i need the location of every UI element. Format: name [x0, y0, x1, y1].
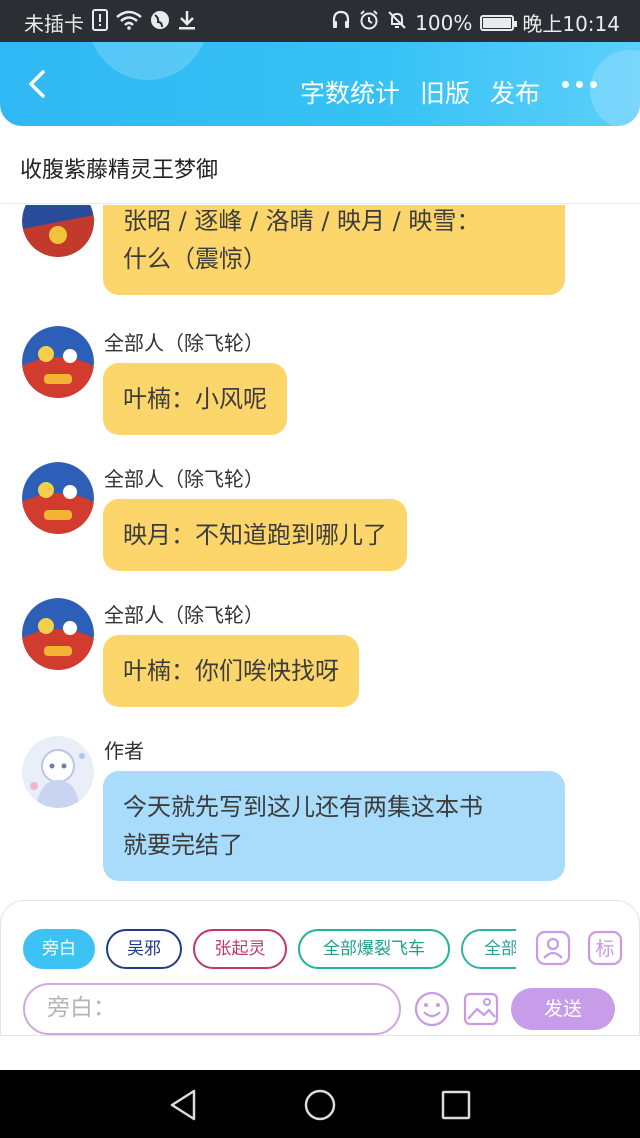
- chevron-left-icon: [29, 70, 45, 98]
- message-bubble[interactable]: 张昭 / 逐峰 / 洛晴 / 映月 / 映雪： 什么（震惊）: [103, 205, 565, 295]
- message-bubble[interactable]: 映月：不知道跑到哪儿了: [103, 499, 407, 571]
- chat-list[interactable]: 张昭 / 逐峰 / 洛晴 / 映月 / 映雪： 什么（震惊） 全部人（除飞轮） …: [0, 205, 640, 900]
- battery-icon: [480, 14, 518, 31]
- emoji-icon[interactable]: [414, 991, 450, 1027]
- send-button[interactable]: 发送: [511, 988, 615, 1030]
- recents-nav-icon[interactable]: [438, 1087, 474, 1123]
- message-input-box[interactable]: [23, 983, 401, 1035]
- header: 未插卡 100% 晚上10:14 字数统计 旧版 发布: [0, 0, 640, 126]
- system-nav-bar: [0, 1070, 640, 1138]
- message-text-line: 今天就先写到这儿还有两集这本书: [123, 793, 483, 821]
- message-text-line: 就要完结了: [123, 831, 243, 859]
- status-bar: 未插卡 100% 晚上10:14: [0, 0, 640, 42]
- avatar[interactable]: [22, 598, 94, 670]
- speaker-name: 全部人（除飞轮）: [104, 603, 264, 627]
- role-card-icon[interactable]: [535, 930, 571, 966]
- role-chip[interactable]: 全部爆裂飞车: [298, 929, 450, 969]
- mute-icon: [387, 10, 407, 36]
- message-text-line: 映月：不知道跑到哪儿了: [123, 521, 387, 549]
- tag-button[interactable]: 标: [587, 930, 623, 966]
- tag-label: 标: [595, 938, 614, 960]
- globe-icon: [150, 10, 170, 36]
- message-text-line: 叶楠：你们唉快找呀: [123, 657, 339, 685]
- speaker-name: 全部人（除飞轮）: [104, 331, 264, 355]
- message-bubble[interactable]: 今天就先写到这儿还有两集这本书 就要完结了: [103, 771, 565, 881]
- message-input[interactable]: [47, 985, 377, 1031]
- word-count-button[interactable]: 字数统计: [300, 74, 400, 110]
- message-text-line: 什么（震惊）: [123, 245, 267, 273]
- message-text-line: 叶楠：小风呢: [123, 385, 267, 413]
- app-bar: 字数统计 旧版 发布: [0, 42, 640, 126]
- message-bubble[interactable]: 叶楠：小风呢: [103, 363, 287, 435]
- battery-percent: 100%: [415, 10, 473, 35]
- sim-alert-icon: [92, 8, 108, 37]
- publish-button[interactable]: 发布: [490, 74, 540, 110]
- avatar[interactable]: [22, 462, 94, 534]
- role-chip[interactable]: 全部: [461, 929, 516, 969]
- story-title[interactable]: 收腹紫藤精灵王梦御: [20, 152, 218, 184]
- role-chip[interactable]: 张起灵: [193, 929, 287, 969]
- avatar[interactable]: [22, 326, 94, 398]
- wifi-icon: [116, 10, 142, 36]
- clock: 晚上10:14: [522, 12, 620, 36]
- download-icon: [178, 10, 196, 36]
- alarm-icon: [359, 9, 379, 36]
- speaker-name: 作者: [104, 739, 144, 763]
- screen: 未插卡 100% 晚上10:14 字数统计 旧版 发布 收腹紫藤精灵王梦御 张昭…: [0, 0, 640, 1138]
- composer: 旁白吴邪张起灵全部爆裂飞车全部 标 发送: [0, 900, 640, 1036]
- avatar[interactable]: [22, 736, 94, 808]
- back-button[interactable]: [18, 64, 58, 104]
- message-bubble[interactable]: 叶楠：你们唉快找呀: [103, 635, 359, 707]
- carrier-label: 未插卡: [24, 12, 84, 36]
- battery-level-fill: [483, 17, 512, 28]
- image-icon[interactable]: [463, 991, 499, 1027]
- avatar[interactable]: [22, 205, 94, 257]
- old-version-button[interactable]: 旧版: [420, 74, 470, 110]
- home-nav-icon[interactable]: [302, 1087, 338, 1123]
- story-title-bar: 收腹紫藤精灵王梦御: [0, 126, 640, 204]
- back-nav-icon[interactable]: [166, 1087, 202, 1123]
- role-chip[interactable]: 吴邪: [106, 929, 182, 969]
- headphones-icon: [331, 10, 351, 36]
- speaker-name: 全部人（除飞轮）: [104, 467, 264, 491]
- role-chip-narrator[interactable]: 旁白: [23, 929, 95, 969]
- role-selector[interactable]: 旁白 吴邪 张起灵 全部爆裂飞车 全部: [23, 929, 516, 971]
- message-text-line: 张昭 / 逐峰 / 洛晴 / 映月 / 映雪：: [123, 207, 481, 235]
- more-dots-icon[interactable]: [562, 72, 602, 96]
